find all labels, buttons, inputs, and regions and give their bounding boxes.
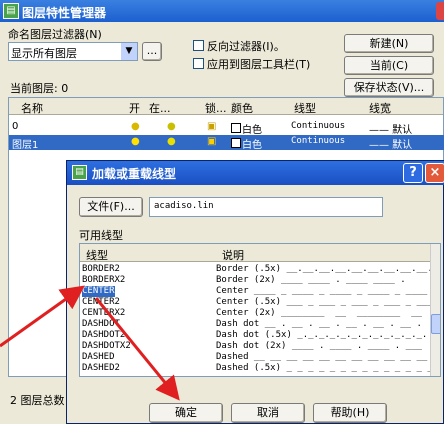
arrow-to-ok	[94, 297, 180, 401]
arrow-to-center	[0, 285, 85, 348]
annotation-arrows	[0, 285, 180, 401]
